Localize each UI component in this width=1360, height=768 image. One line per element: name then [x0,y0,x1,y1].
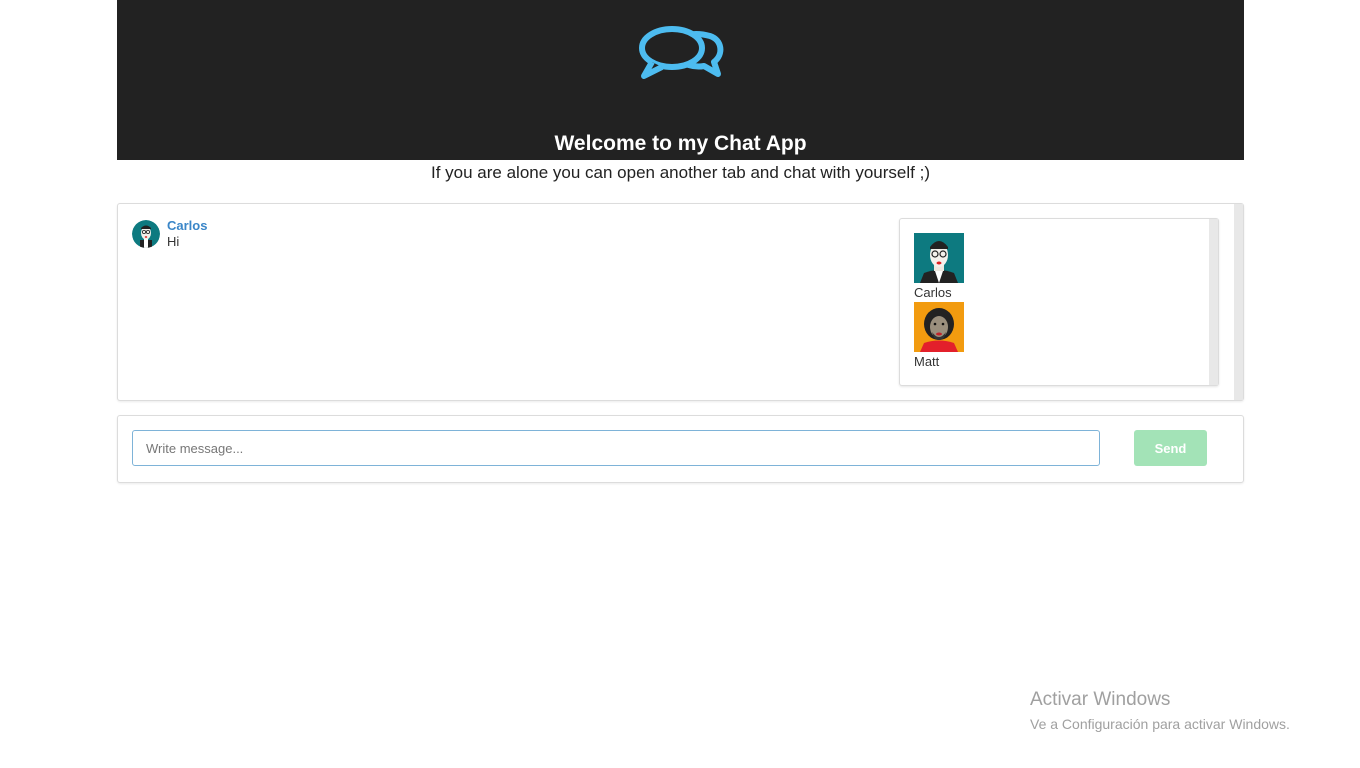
user-item-carlos: Carlos [914,233,974,301]
users-scrollbar[interactable] [1209,219,1218,385]
carlos-avatar-icon [914,233,964,283]
chat-panel: Carlos Hi Carlos Matt [117,203,1244,401]
carlos-avatar-icon [132,220,160,248]
watermark-title: Activar Windows [1030,689,1171,710]
compose-panel: Send [117,415,1244,483]
user-name: Carlos [914,285,952,300]
message-input[interactable] [132,430,1100,466]
windows-activation-watermark: Activar Windows Ve a Configuración para … [1030,688,1290,734]
page-subtitle: If you are alone you can open another ta… [431,163,930,182]
message-author: Carlos [167,218,208,233]
online-users-list: Carlos Matt [899,218,1219,386]
send-button[interactable]: Send [1134,430,1207,466]
user-item-matt: Matt [914,302,974,370]
message-text: Hi [167,234,180,249]
chat-bubbles-icon [639,26,724,79]
chat-scrollbar[interactable] [1234,204,1243,400]
watermark-subtitle: Ve a Configuración para activar Windows. [1030,716,1290,732]
user-name: Matt [914,354,940,369]
matt-avatar-icon [914,302,964,352]
page-title: Welcome to my Chat App [554,132,807,155]
